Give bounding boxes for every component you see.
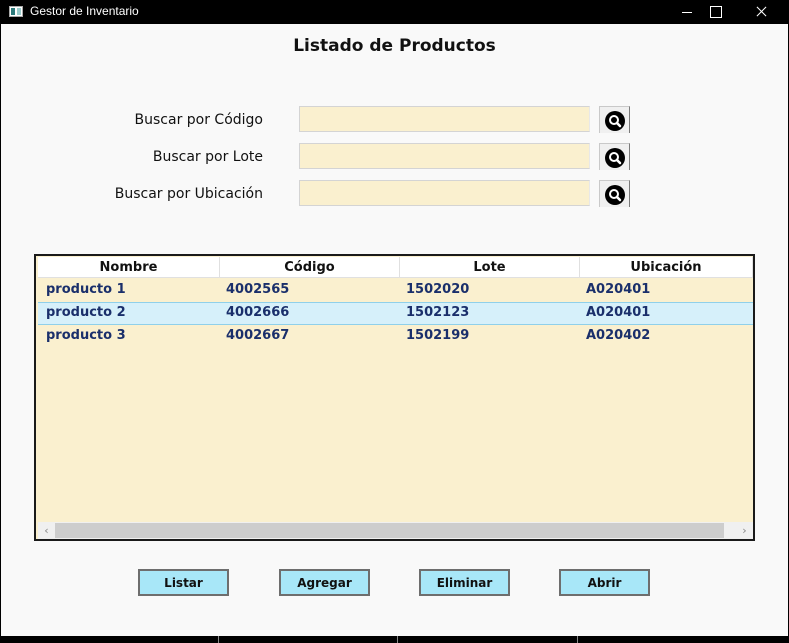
search-code-button[interactable] [599,106,630,133]
maximize-icon[interactable] [692,0,738,24]
close-icon[interactable] [738,0,784,24]
table-row-selected[interactable]: producto 2 4002666 1502123 A020401 [38,302,753,325]
open-button[interactable]: Abrir [559,569,650,596]
window-bottom-edge [0,636,789,643]
cell-codigo: 4002667 [226,328,290,343]
page-title: Listado de Productos [293,36,496,56]
cell-ubicacion: A020402 [586,328,651,343]
search-icon [605,111,625,131]
search-icon [605,185,625,205]
scroll-right-icon[interactable]: › [736,522,753,539]
cell-lote: 1502199 [406,328,470,343]
cell-nombre: producto 2 [46,305,126,320]
table-row[interactable]: producto 1 4002565 1502020 A020401 [38,279,753,302]
cell-lote: 1502123 [406,305,470,320]
title-bar: Gestor de Inventario [0,0,789,24]
cell-lote: 1502020 [406,282,470,297]
column-header-nombre[interactable]: Nombre [38,257,220,278]
column-header-codigo[interactable]: Código [220,257,400,278]
column-header-lote[interactable]: Lote [400,257,580,278]
search-location-input[interactable] [299,180,590,206]
search-code-label: Buscar por Código [134,112,263,128]
search-location-button[interactable] [599,180,630,207]
search-code-input[interactable] [299,106,590,132]
main-window-content: Listado de Productos Buscar por Código B… [1,24,788,636]
cell-ubicacion: A020401 [586,282,651,297]
table-row[interactable]: producto 3 4002667 1502199 A020402 [38,325,753,348]
search-lot-input[interactable] [299,143,590,169]
column-header-ubicacion[interactable]: Ubicación [580,257,753,278]
cell-nombre: producto 3 [46,328,126,343]
scroll-left-icon[interactable]: ‹ [38,522,55,539]
delete-button[interactable]: Eliminar [419,569,510,596]
cell-nombre: producto 1 [46,282,126,297]
add-button[interactable]: Agregar [279,569,370,596]
list-button[interactable]: Listar [138,569,229,596]
cell-ubicacion: A020401 [586,305,651,320]
search-location-label: Buscar por Ubicación [114,186,263,202]
horizontal-scrollbar[interactable]: ‹ › [38,522,753,539]
cell-codigo: 4002565 [226,282,290,297]
search-lot-button[interactable] [599,143,630,170]
search-lot-label: Buscar por Lote [152,149,263,165]
search-icon [605,148,625,168]
table-header: Nombre Código Lote Ubicación [38,257,753,278]
app-window-icon[interactable] [9,6,23,17]
products-table[interactable]: Nombre Código Lote Ubicación producto 1 … [34,254,755,541]
scrollbar-thumb[interactable] [55,523,724,538]
window-title: Gestor de Inventario [30,4,139,18]
cell-codigo: 4002666 [226,305,290,320]
